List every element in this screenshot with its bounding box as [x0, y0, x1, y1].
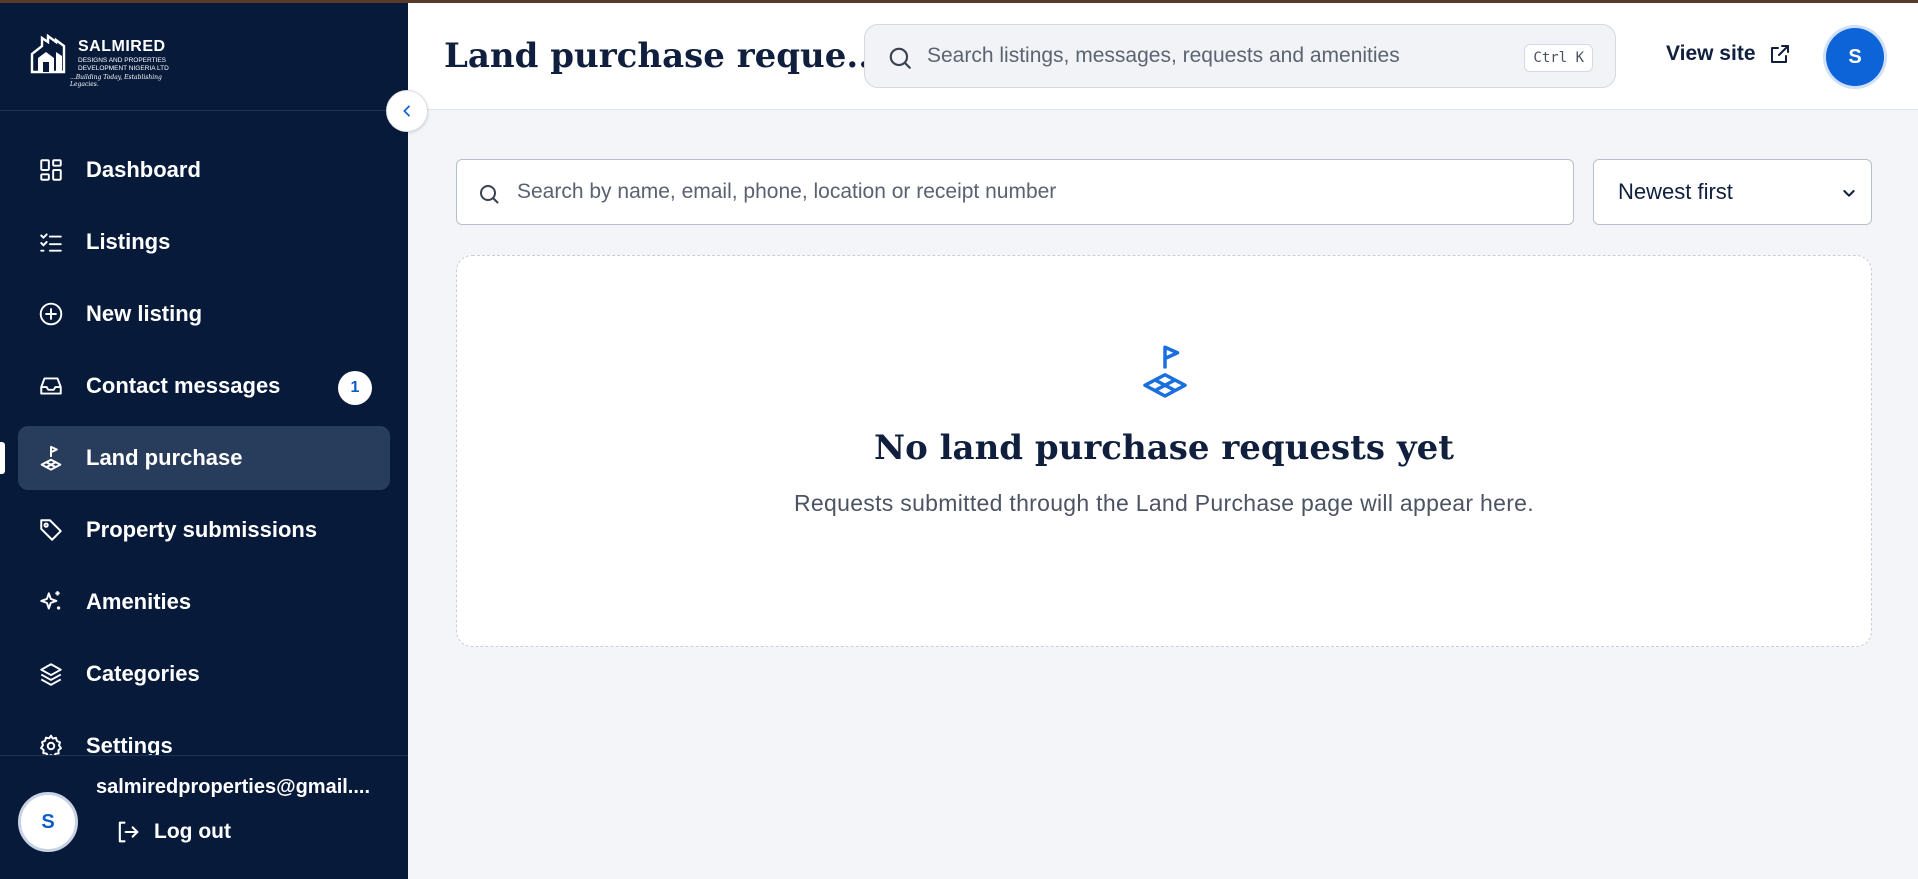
- keyboard-shortcut-hint: Ctrl K: [1524, 44, 1593, 72]
- sidebar-item-contact-messages[interactable]: Contact messages 1: [18, 354, 390, 418]
- sidebar-item-amenities[interactable]: Amenities: [18, 570, 390, 634]
- empty-state-title: No land purchase requests yet: [874, 428, 1454, 468]
- avatar[interactable]: S: [1826, 28, 1884, 86]
- sidebar-item-listings[interactable]: Listings: [18, 210, 390, 274]
- logout-button[interactable]: Log out: [114, 818, 231, 846]
- global-search[interactable]: Ctrl K: [864, 24, 1616, 88]
- avatar[interactable]: S: [18, 792, 78, 852]
- chevron-left-icon: [403, 105, 410, 117]
- sidebar-divider: [0, 110, 408, 111]
- sidebar-item-label: Contact messages: [86, 373, 281, 398]
- sidebar-item-label: Listings: [86, 229, 171, 254]
- sidebar-item-label: Categories: [86, 661, 200, 686]
- dashboard-grid-icon: [36, 155, 66, 185]
- sidebar-user-footer: S salmiredproperties@gmail.... Log out: [0, 755, 408, 879]
- building-logo-icon: [30, 33, 66, 74]
- checklist-icon: [36, 227, 66, 257]
- layers-icon: [36, 659, 66, 689]
- sidebar-item-label: Dashboard: [86, 157, 201, 182]
- brand-name: SALMIRED: [78, 38, 166, 55]
- sort-select[interactable]: Newest first: [1593, 159, 1872, 225]
- land-flag-icon: [36, 443, 66, 473]
- sidebar-item-dashboard[interactable]: Dashboard: [18, 138, 390, 202]
- view-site-link[interactable]: View site: [1666, 42, 1792, 66]
- sidebar: SALMIRED DESIGNS AND PROPERTIES DEVELOPM…: [0, 0, 408, 879]
- sidebar-item-land-purchase[interactable]: Land purchase: [0, 426, 390, 490]
- requests-search[interactable]: [456, 159, 1574, 225]
- unread-count-badge: 1: [338, 371, 372, 405]
- sidebar-nav: Dashboard Listings New listing Contact m…: [0, 138, 390, 786]
- requests-search-input[interactable]: [517, 180, 1517, 204]
- search-icon: [889, 47, 911, 69]
- chevron-down-icon: [1841, 185, 1857, 201]
- sidebar-item-label: Property submissions: [86, 517, 318, 542]
- logout-label: Log out: [154, 820, 231, 843]
- sidebar-item-categories[interactable]: Categories: [18, 642, 390, 706]
- view-site-label: View site: [1666, 42, 1756, 65]
- empty-state-card: No land purchase requests yet Requests s…: [456, 255, 1872, 647]
- sidebar-item-label: Land purchase: [86, 445, 243, 470]
- global-search-input[interactable]: [927, 44, 1517, 68]
- top-header: Land purchase reque... Ctrl K View site …: [408, 0, 1918, 110]
- sort-selected-value: Newest first: [1618, 179, 1733, 204]
- empty-state-subtitle: Requests submitted through the Land Purc…: [794, 490, 1534, 516]
- sparkles-icon: [36, 587, 66, 617]
- brand-logo[interactable]: SALMIRED DESIGNS AND PROPERTIES DEVELOPM…: [30, 30, 180, 88]
- sidebar-item-label: Amenities: [86, 589, 192, 614]
- window-top-stripe: [0, 0, 1918, 3]
- sidebar-item-new-listing[interactable]: New listing: [18, 282, 390, 346]
- external-link-icon: [1768, 42, 1792, 66]
- sidebar-item-property-submissions[interactable]: Property submissions: [18, 498, 390, 562]
- land-flag-icon: [1143, 345, 1187, 398]
- active-indicator: [0, 442, 5, 474]
- brand-tagline: ...Building Today, Establishing Legacies…: [70, 74, 162, 88]
- collapse-sidebar-button[interactable]: [386, 90, 428, 132]
- logout-icon: [114, 818, 142, 846]
- tag-icon: [36, 515, 66, 545]
- inbox-icon: [36, 371, 66, 401]
- page-title: Land purchase reque...: [444, 36, 882, 76]
- user-email: salmiredproperties@gmail....: [96, 776, 371, 798]
- search-icon: [480, 185, 499, 204]
- plus-circle-icon: [36, 299, 66, 329]
- sidebar-item-label: New listing: [86, 301, 203, 326]
- brand-subtitle: DESIGNS AND PROPERTIES DEVELOPMENT NIGER…: [78, 57, 169, 72]
